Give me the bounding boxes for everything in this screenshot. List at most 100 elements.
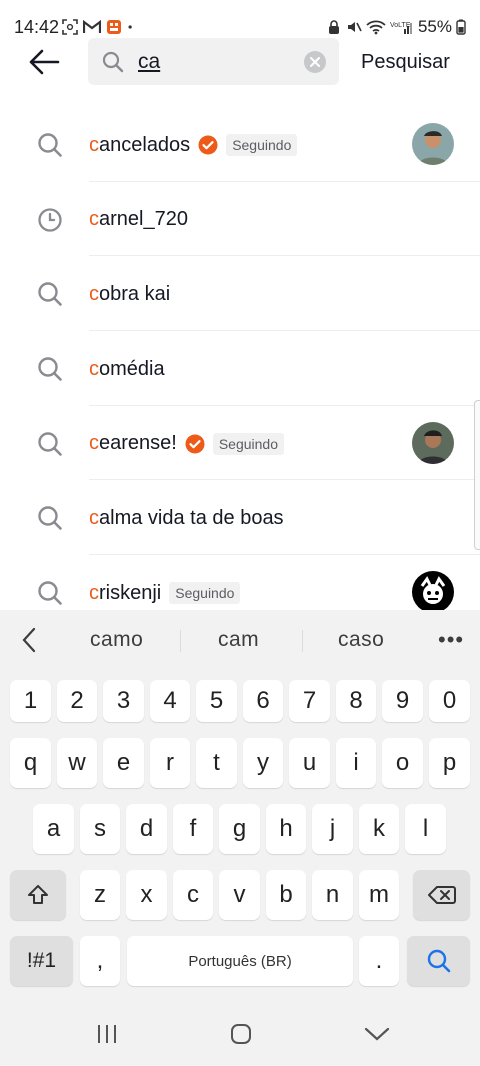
key[interactable]: n <box>312 870 353 920</box>
mute-icon <box>347 22 362 32</box>
key[interactable]: k <box>359 804 399 854</box>
search-header: Pesquisar <box>0 38 480 86</box>
prediction-word[interactable]: caso <box>338 628 384 652</box>
keyboard-collapse-button[interactable] <box>16 625 42 655</box>
home-icon <box>231 1024 251 1044</box>
key[interactable]: 4 <box>150 680 190 722</box>
search-icon <box>102 51 124 73</box>
key[interactable]: t <box>196 738 237 788</box>
keyboard-suggestion-bar: camo cam caso ••• <box>0 610 480 670</box>
status-time: 14:42 <box>14 17 60 37</box>
key[interactable]: l <box>405 804 446 854</box>
lock-icon <box>328 20 339 34</box>
key[interactable]: b <box>266 870 306 920</box>
search-icon <box>38 282 62 307</box>
suggestion-item[interactable]: cearense! Seguindo <box>0 406 480 481</box>
suggestion-item[interactable]: cancelados Seguindo <box>0 107 480 182</box>
following-badge: Seguindo <box>212 432 285 455</box>
key[interactable]: x <box>126 870 167 920</box>
key[interactable]: u <box>289 738 330 788</box>
search-key[interactable] <box>407 936 470 986</box>
back-nav-button[interactable] <box>362 1022 392 1046</box>
key[interactable]: z <box>80 870 120 920</box>
key[interactable]: 1 <box>10 680 51 722</box>
key[interactable]: 8 <box>336 680 376 722</box>
dot-icon <box>128 25 132 29</box>
search-icon <box>38 506 62 531</box>
suggestion-label: criskenji <box>89 581 162 604</box>
key[interactable]: h <box>266 804 306 854</box>
following-badge: Seguindo <box>226 134 298 156</box>
suggestion-item[interactable]: calma vida ta de boas <box>0 480 480 556</box>
suggestion-label: carnel_720 <box>89 208 188 231</box>
key[interactable]: w <box>57 738 97 788</box>
key[interactable]: 3 <box>103 680 144 722</box>
key[interactable]: a <box>33 804 74 854</box>
divider <box>302 630 303 652</box>
back-button[interactable] <box>26 44 62 80</box>
key[interactable]: 7 <box>289 680 330 722</box>
prediction-word[interactable]: cam <box>218 628 259 652</box>
suggestion-label: cancelados <box>89 133 191 156</box>
wifi-icon <box>366 20 386 35</box>
verified-badge-icon <box>198 135 218 155</box>
key[interactable]: q <box>10 738 51 788</box>
key[interactable]: r <box>150 738 190 788</box>
key[interactable]: 6 <box>243 680 283 722</box>
clear-search-button[interactable] <box>304 51 326 73</box>
search-icon <box>38 133 62 157</box>
battery-percent: 55% <box>417 17 452 36</box>
scrollbar[interactable] <box>474 400 480 550</box>
key[interactable]: s <box>80 804 120 854</box>
divider <box>180 630 181 652</box>
suggestion-label: comédia <box>89 357 165 380</box>
recent-apps-button[interactable] <box>92 1022 122 1046</box>
key[interactable]: e <box>103 738 144 788</box>
search-input[interactable] <box>138 48 298 76</box>
key[interactable]: 0 <box>429 680 470 722</box>
shift-icon <box>28 885 48 904</box>
more-options-button[interactable]: ••• <box>438 627 464 653</box>
shift-key[interactable] <box>10 870 66 920</box>
battery-icon <box>456 19 466 35</box>
suggestion-item[interactable]: criskenji Seguindo <box>0 555 480 610</box>
suggestion-item[interactable]: comédia <box>0 331 480 406</box>
status-icons-right: VoLTE 55% <box>326 17 466 37</box>
recent-apps-icon <box>98 1025 116 1043</box>
key[interactable]: p <box>429 738 470 788</box>
key[interactable]: 9 <box>382 680 423 722</box>
key[interactable]: d <box>126 804 167 854</box>
chevron-down-icon <box>364 1027 390 1041</box>
key[interactable]: g <box>219 804 260 854</box>
suggestion-item[interactable]: carnel_720 <box>0 182 480 257</box>
suggestion-item[interactable]: cobra kai <box>0 256 480 332</box>
space-key[interactable]: Português (BR) <box>127 936 353 986</box>
symbols-key[interactable]: !#1 <box>10 936 73 986</box>
key[interactable]: o <box>382 738 423 788</box>
key[interactable]: m <box>359 870 399 920</box>
comma-key[interactable]: , <box>80 936 120 986</box>
key[interactable]: v <box>219 870 260 920</box>
key[interactable]: 2 <box>57 680 97 722</box>
verified-badge-icon <box>185 434 205 454</box>
search-submit-button[interactable]: Pesquisar <box>361 51 450 74</box>
suggestion-label: cearense! <box>89 432 177 455</box>
system-nav-bar <box>0 1000 480 1066</box>
status-icons-left <box>62 18 137 36</box>
backspace-key[interactable] <box>413 870 470 920</box>
avatar <box>412 571 454 610</box>
key[interactable]: y <box>243 738 283 788</box>
key[interactable]: 5 <box>196 680 237 722</box>
period-key[interactable]: . <box>359 936 399 986</box>
home-button[interactable] <box>226 1022 256 1046</box>
key[interactable]: c <box>173 870 213 920</box>
key[interactable]: i <box>336 738 376 788</box>
search-box[interactable] <box>88 38 339 85</box>
prediction-word[interactable]: camo <box>90 628 143 652</box>
backspace-icon <box>427 886 456 904</box>
search-icon <box>427 949 450 973</box>
arrow-left-icon <box>29 49 60 75</box>
suggestion-list: cancelados Seguindo carnel_720 cobra kai… <box>0 107 480 610</box>
key[interactable]: j <box>312 804 353 854</box>
key[interactable]: f <box>173 804 213 854</box>
